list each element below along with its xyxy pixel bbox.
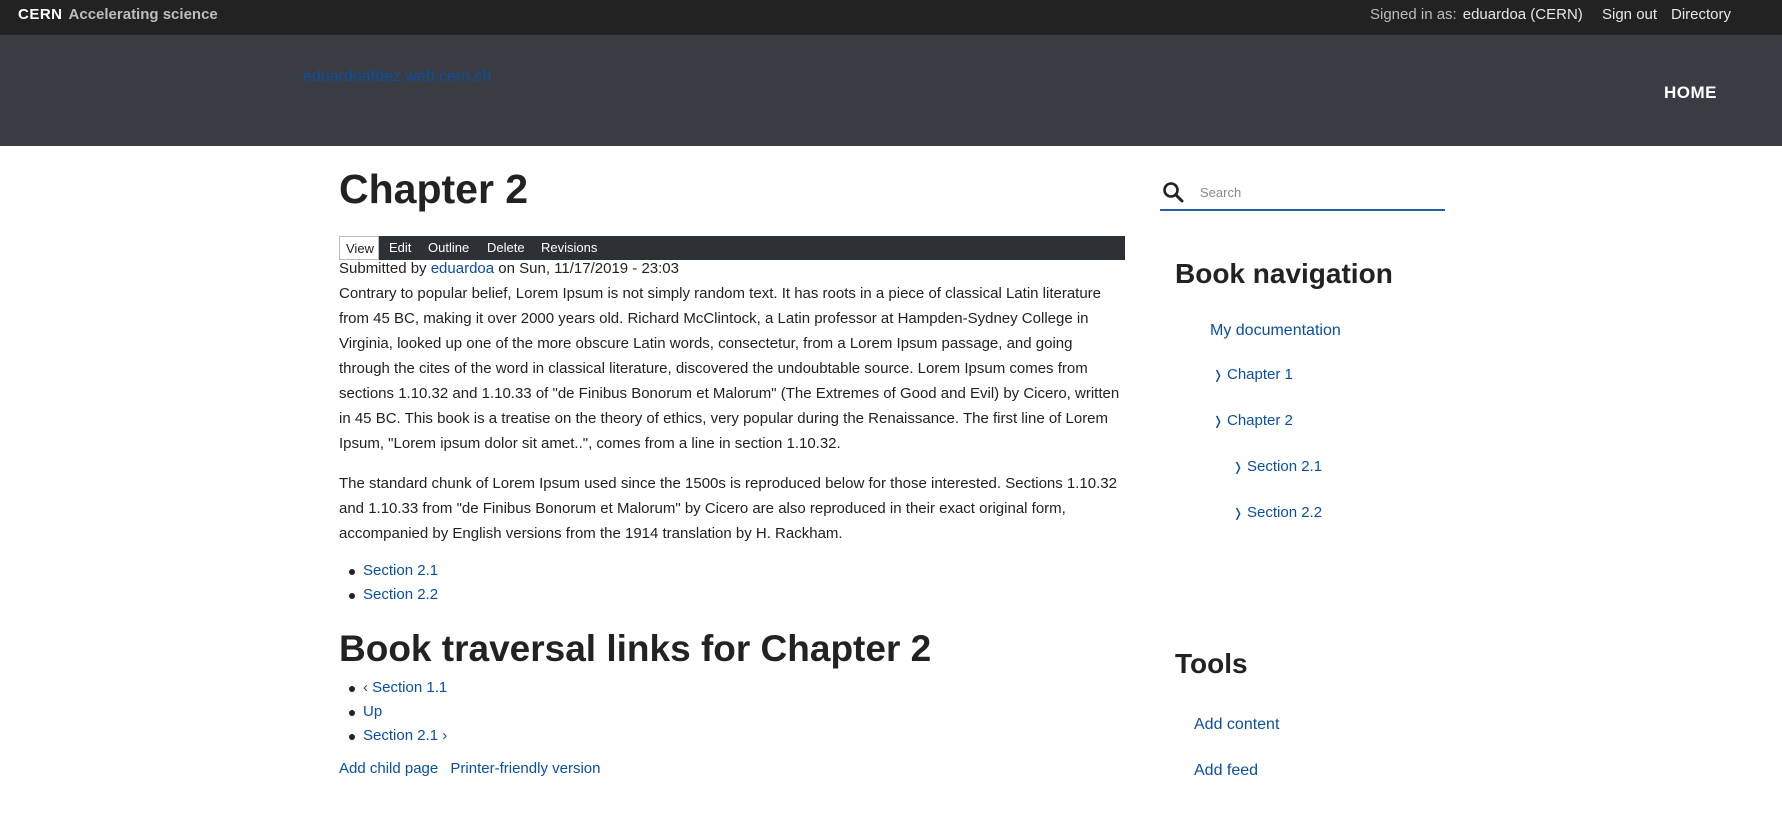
bullet [349,593,355,599]
book-nav-chapter-2[interactable]: ❭ Chapter 2 [1213,412,1293,429]
signed-in-label: Signed in as: [1370,6,1457,23]
submitted-meta: Submitted by eduardoa on Sun, 11/17/2019… [339,260,679,277]
cern-brand[interactable]: CERN Accelerating science [18,6,218,23]
up-link[interactable]: Up [363,703,382,720]
signed-in-status: Signed in as: eduardoa (CERN) [1370,6,1583,23]
home-nav-link[interactable]: HOME [1664,83,1717,103]
book-nav-label: Chapter 1 [1227,366,1293,383]
list-item: Section 2.2 [339,583,438,607]
list-item: Up [339,700,447,724]
list-item: ‹ Section 1.1 [339,676,447,700]
search-input[interactable] [1198,179,1442,205]
directory-link[interactable]: Directory [1671,6,1731,23]
bullet [349,569,355,575]
book-navigation-heading: Book navigation [1175,258,1393,289]
tab-edit[interactable]: Edit [389,236,411,260]
site-name-link[interactable]: eduardoafdez.web.cern.ch [303,68,492,86]
list-item: Section 2.1 › [339,724,447,748]
bullet [349,734,355,740]
cern-tagline[interactable]: Accelerating science [69,6,218,23]
book-nav-label: Chapter 2 [1227,412,1293,429]
tab-revisions[interactable]: Revisions [541,236,597,260]
bullet [349,686,355,692]
book-traversal-heading: Book traversal links for Chapter 2 [339,628,932,669]
cern-logo-text[interactable]: CERN [18,6,63,23]
tab-view[interactable]: View [339,236,379,260]
child-link-section-2-2[interactable]: Section 2.2 [363,586,438,603]
chevron-right-icon: ❭ [1213,368,1224,382]
previous-page-link[interactable]: ‹ Section 1.1 [363,679,447,696]
body-paragraph-2: The standard chunk of Lorem Ipsum used s… [339,475,1117,542]
child-link-section-2-1[interactable]: Section 2.1 [363,562,438,579]
book-nav-label: Section 2.1 [1247,458,1323,475]
chevron-right-icon: ❭ [1213,414,1224,428]
chevron-right-icon: ❭ [1233,506,1244,520]
sign-out-link[interactable]: Sign out [1602,6,1657,23]
book-nav-section-2-1[interactable]: ❭ Section 2.1 [1233,458,1322,475]
book-nav-label: Section 2.2 [1247,504,1323,521]
node-tabs: View Edit Outline Delete Revisions [339,236,1125,260]
site-header: eduardoafdez.web.cern.ch HOME [0,35,1782,146]
tab-outline[interactable]: Outline [428,236,469,260]
next-page-link[interactable]: Section 2.1 › [363,727,447,744]
search-icon[interactable] [1162,181,1184,203]
cern-toolbar: CERN Accelerating science Signed in as: ed… [0,0,1782,35]
node-links: Add child page Printer-friendly version [339,760,608,777]
submitted-date: on Sun, 11/17/2019 - 23:03 [494,260,679,277]
book-root-link[interactable]: My documentation [1210,322,1341,340]
tab-delete[interactable]: Delete [487,236,525,260]
search-box [1160,175,1445,211]
child-page-list: Section 2.1 Section 2.2 [339,559,438,607]
book-traversal-list: ‹ Section 1.1 Up Section 2.1 › [339,676,447,748]
tools-heading: Tools [1175,648,1248,679]
list-item: Section 2.1 [339,559,438,583]
add-feed-link[interactable]: Add feed [1194,762,1258,780]
chevron-right-icon: ❭ [1233,460,1244,474]
signed-in-user: eduardoa (CERN) [1462,6,1583,23]
bullet [349,710,355,716]
printer-friendly-link[interactable]: Printer-friendly version [450,760,600,777]
add-content-link[interactable]: Add content [1194,716,1279,734]
book-nav-chapter-1[interactable]: ❭ Chapter 1 [1213,366,1293,383]
author-link[interactable]: eduardoa [431,260,494,277]
submitted-prefix: Submitted by [339,260,431,277]
body-paragraph-1: Contrary to popular belief, Lorem Ipsum … [339,285,1120,452]
page-title: Chapter 2 [339,166,529,212]
add-child-page-link[interactable]: Add child page [339,760,438,777]
book-nav-section-2-2[interactable]: ❭ Section 2.2 [1233,504,1322,521]
